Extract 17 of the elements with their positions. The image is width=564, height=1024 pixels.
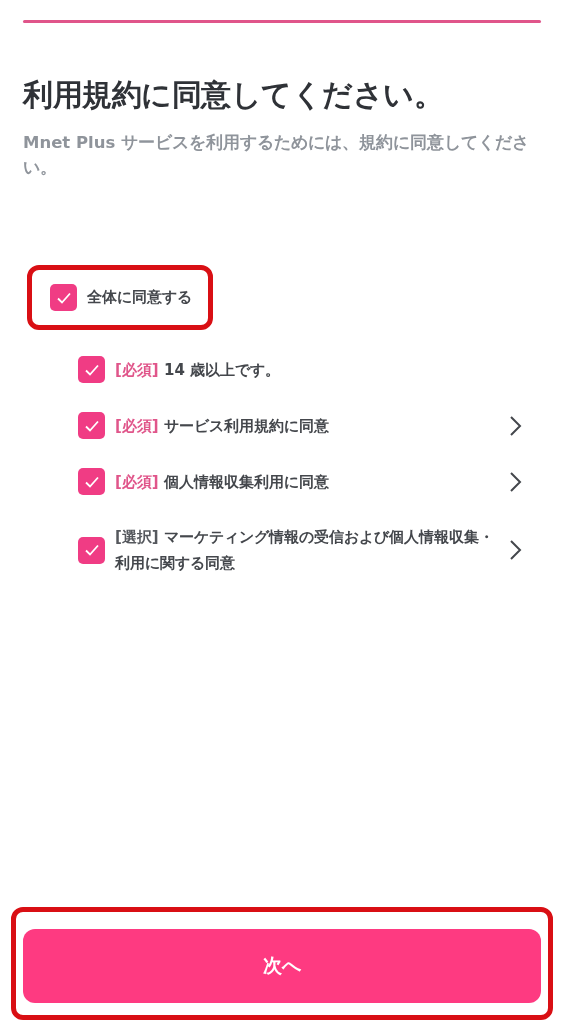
chevron-right-icon[interactable] [507, 470, 523, 493]
chevron-right-icon[interactable] [507, 414, 523, 437]
term-label: [必須] 14 歳以上です。 [115, 359, 282, 381]
checkbox[interactable] [78, 468, 105, 495]
checkbox[interactable] [50, 284, 77, 311]
term-label: [選択] マーケティング情報の受信および個人情報収集・利用に関する同意 [115, 527, 495, 574]
subtitle: Mnet Plus サービスを利用するためには、規約に同意してください。 [23, 132, 531, 179]
agree-all-label: 全体に同意する [87, 288, 192, 307]
checkbox[interactable] [78, 412, 105, 439]
chevron-right-icon[interactable] [507, 539, 523, 561]
checkbox[interactable] [78, 356, 105, 383]
page-title: 利用規約に同意してください。 [23, 76, 444, 114]
check-icon [83, 542, 100, 558]
term-label: [必須] サービス利用規約に同意 [115, 415, 330, 437]
next-button[interactable]: 次へ [23, 929, 541, 1003]
term-label: [必須] 個人情報収集利用に同意 [115, 471, 330, 493]
checkbox[interactable] [78, 536, 105, 564]
